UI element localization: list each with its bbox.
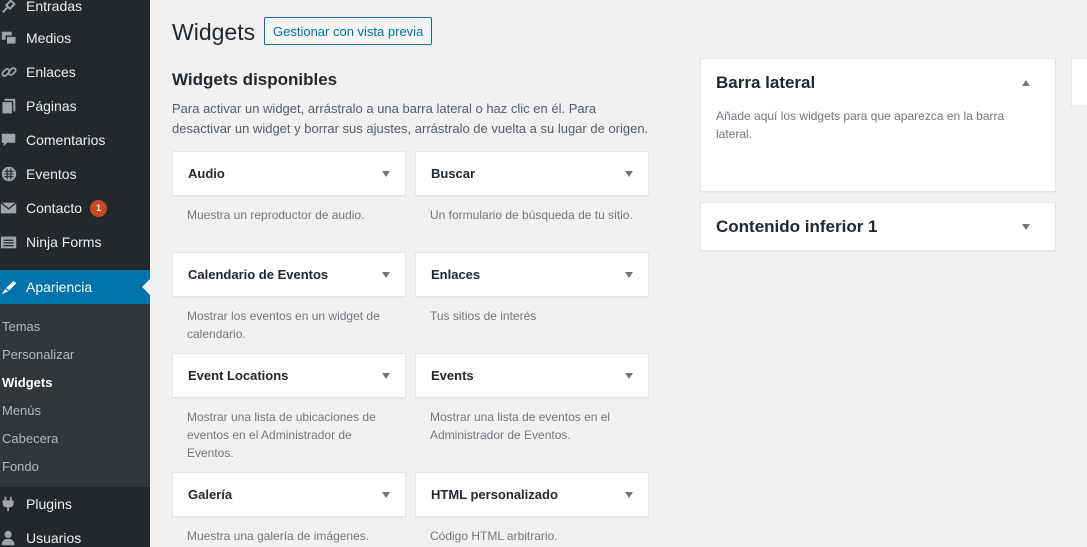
chevron-down-icon[interactable] [1022,224,1030,230]
admin-sidebar: Entradas Medios Enlaces Páginas Comentar… [0,0,150,547]
widget-area-contenido-inferior-1[interactable]: Contenido inferior 1 [700,202,1056,251]
forms-icon [0,233,26,251]
widget-title: Events [431,368,474,383]
menu-item-entradas[interactable]: Entradas [0,0,150,23]
widget-enlaces[interactable]: Enlaces [415,252,649,297]
widget-area-header[interactable]: Contenido inferior 1 [701,203,1055,251]
mail-icon [0,199,26,217]
menu-item-label: Usuarios [26,530,82,546]
chevron-down-icon[interactable] [382,491,390,498]
widget-description: Código HTML arbitrario. [430,529,558,543]
widget-galeria[interactable]: Galería [172,472,406,517]
widget-description: Mostrar una lista de ubicaciones de even… [187,410,376,460]
submenu-item-temas[interactable]: Temas [2,312,40,340]
widget-events[interactable]: Events [415,353,649,398]
menu-item-enlaces[interactable]: Enlaces [0,55,150,89]
widget-event-locations[interactable]: Event Locations [172,353,406,398]
widget-html-personalizado[interactable]: HTML personalizado [415,472,649,517]
chevron-down-icon[interactable] [625,271,633,278]
widget-description: Mostrar los eventos en un widget de cale… [187,309,380,341]
brush-icon [0,278,26,296]
widget-title: Audio [188,166,225,181]
submenu-item-personalizar[interactable]: Personalizar [2,340,74,368]
menu-item-label: Páginas [26,98,77,114]
widget-description: Un formulario de búsqueda de tu sitio. [430,208,633,222]
widget-calendario-eventos[interactable]: Calendario de Eventos [172,252,406,297]
menu-item-comentarios[interactable]: Comentarios [0,123,150,157]
pin-icon [0,0,26,15]
menu-item-apariencia[interactable]: Apariencia [0,270,150,304]
users-icon [0,529,26,547]
chevron-down-icon[interactable] [382,170,390,177]
widget-title: Galería [188,487,233,502]
widget-area-partial[interactable] [1071,58,1087,107]
chevron-down-icon[interactable] [625,491,633,498]
chevron-up-icon[interactable] [1022,80,1030,86]
calendar-icon [0,165,26,183]
widget-area-title: Barra lateral [716,73,816,92]
menu-item-label: Entradas [26,0,83,14]
menu-item-paginas[interactable]: Páginas [0,89,150,123]
appearance-submenu: Temas Personalizar Widgets Menús Cabecer… [0,304,150,487]
menu-item-label: Eventos [26,166,77,182]
widget-description: Mostrar una lista de eventos en el Admin… [430,410,611,442]
menu-item-label: Plugins [26,496,72,512]
widget-title: Event Locations [188,368,289,383]
widget-title: Enlaces [431,267,481,282]
menu-item-label: Enlaces [26,64,76,80]
submenu-item-widgets[interactable]: Widgets [2,368,52,396]
menu-item-usuarios[interactable]: Usuarios [0,521,150,547]
comment-icon [0,131,26,149]
widget-title: Calendario de Eventos [188,267,329,282]
menu-item-label: Medios [26,30,72,46]
widget-audio[interactable]: Audio [172,151,406,196]
widget-area-header[interactable]: Barra lateral [701,59,1055,107]
widget-area-barra-lateral[interactable]: Barra lateral Añade aquí los widgets par… [700,58,1056,192]
available-widgets-title: Widgets disponibles [172,70,338,89]
chevron-down-icon[interactable] [625,170,633,177]
widget-description: Tus sitios de interés [430,309,537,323]
widget-description: Muestra una galería de imágenes. [187,529,370,543]
submenu-item-menus[interactable]: Menús [2,396,41,424]
available-widgets-description: Para activar un widget, arrástralo a una… [172,101,649,136]
widget-area-description: Añade aquí los widgets para que aparezca… [716,109,1005,141]
chevron-down-icon[interactable] [382,271,390,278]
chevron-down-icon[interactable] [382,372,390,379]
manage-with-preview-button[interactable]: Gestionar con vista previa [264,17,433,45]
submenu-item-fondo[interactable]: Fondo [2,452,39,480]
widget-title: HTML personalizado [431,487,558,502]
main-content: Widgets Gestionar con vista previa Widge… [150,0,1087,547]
widget-area-title: Contenido inferior 1 [716,217,878,236]
menu-item-label: Contacto [26,200,83,216]
link-icon [0,63,26,81]
menu-item-label: Comentarios [26,132,106,148]
widget-description: Muestra un reproductor de audio. [187,208,365,222]
menu-item-contacto[interactable]: Contacto 1 [0,191,150,225]
chevron-down-icon[interactable] [625,372,633,379]
widget-title: Buscar [431,166,476,181]
menu-item-medios[interactable]: Medios [0,21,150,55]
widget-buscar[interactable]: Buscar [415,151,649,196]
menu-item-label: Apariencia [26,279,93,295]
plugin-icon [0,495,26,513]
pages-icon [0,97,26,115]
submenu-item-cabecera[interactable]: Cabecera [2,424,58,452]
notification-badge: 1 [90,199,108,217]
page-title: Widgets [172,19,256,45]
menu-item-ninja-forms[interactable]: Ninja Forms [0,225,150,259]
media-icon [0,29,26,47]
menu-item-eventos[interactable]: Eventos [0,157,150,191]
menu-item-plugins[interactable]: Plugins [0,487,150,521]
menu-item-label: Ninja Forms [26,234,102,250]
